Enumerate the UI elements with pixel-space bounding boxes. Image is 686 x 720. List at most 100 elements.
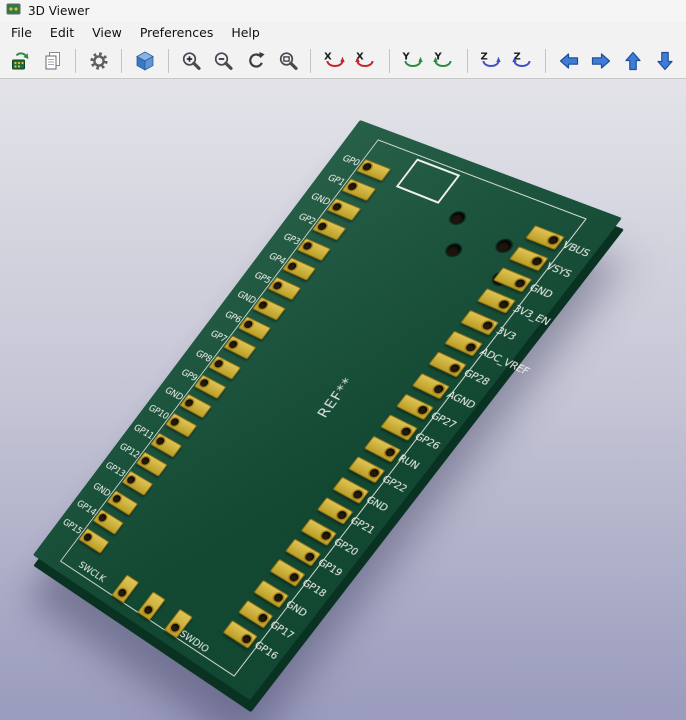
pad-hole (304, 551, 316, 562)
pad-hole (228, 340, 239, 350)
redraw-icon (245, 50, 267, 72)
rotate-z-ccw-icon: Z (512, 50, 534, 72)
pad-hole (331, 202, 343, 211)
move-up-button[interactable] (619, 46, 648, 76)
svg-text:X: X (324, 52, 332, 63)
pad-hole (316, 222, 328, 231)
pad-hole (497, 299, 510, 309)
zoom-out-button[interactable] (209, 46, 238, 76)
pad-hole (465, 342, 478, 352)
reload-board-icon (10, 50, 32, 72)
pad-hole (241, 633, 253, 644)
pad-hole (448, 363, 461, 374)
pad-hole (288, 572, 300, 583)
pad-hole (361, 162, 373, 171)
rotate-y-cw-button[interactable]: Y (398, 46, 427, 76)
menu-item-view[interactable]: View (83, 22, 131, 44)
rotate-y-ccw-button[interactable]: Y (430, 46, 459, 76)
move-left-icon (558, 50, 580, 72)
move-down-icon (654, 50, 676, 72)
pad-hole (346, 182, 358, 191)
pad-hole (83, 532, 94, 542)
rotate-z-ccw-button[interactable]: Z (508, 46, 537, 76)
raytracing-cube-button[interactable] (130, 46, 159, 76)
toolbar-separator (467, 49, 468, 73)
pad-hole (481, 321, 494, 331)
zoom-in-icon (180, 50, 202, 72)
pad-hole (272, 592, 284, 603)
pad-hole (432, 384, 445, 395)
pad-hole (97, 513, 108, 523)
move-down-button[interactable] (651, 46, 680, 76)
svg-text:Y: Y (402, 52, 411, 63)
pad-hole (143, 605, 154, 616)
pad-hole (352, 489, 365, 500)
rotate-y-ccw-icon: Y (433, 50, 455, 72)
rotate-y-cw-icon: Y (401, 50, 423, 72)
pad-hole (213, 359, 224, 369)
redraw-button[interactable] (241, 46, 270, 76)
menu-item-edit[interactable]: Edit (41, 22, 83, 44)
menu-item-preferences[interactable]: Preferences (131, 22, 223, 44)
pad-hole (242, 320, 253, 330)
zoom-fit-button[interactable] (273, 46, 302, 76)
window-title: 3D Viewer (28, 4, 89, 18)
reload-board-button[interactable] (6, 46, 35, 76)
pad-label-agnd: AGND (443, 387, 479, 413)
move-right-button[interactable] (586, 46, 615, 76)
toolbar-separator (75, 49, 76, 73)
copy-image-button[interactable] (38, 46, 67, 76)
pad-hole (117, 588, 128, 598)
rotate-x-ccw-button[interactable]: X (351, 46, 380, 76)
pad-hole (169, 417, 180, 427)
pad-hole (384, 447, 397, 458)
zoom-in-button[interactable] (177, 46, 206, 76)
zoom-out-icon (212, 50, 234, 72)
app-icon (6, 1, 22, 21)
menu-bar: FileEditViewPreferencesHelp (0, 22, 686, 44)
toolbar-separator (389, 49, 390, 73)
display-options-icon (88, 50, 110, 72)
rotate-x-cw-icon: X (323, 50, 345, 72)
toolbar-separator (545, 49, 546, 73)
pad-hole (126, 475, 137, 485)
rotate-z-cw-icon: Z (479, 50, 501, 72)
toolbar-separator (121, 49, 122, 73)
display-options-button[interactable] (84, 46, 113, 76)
title-bar: 3D Viewer (0, 0, 686, 22)
pad-hole (416, 405, 429, 416)
toolbar: X X Y Y (0, 44, 686, 79)
viewport-3d[interactable]: REF** SWCLK SWDIO GP0GP1GNDGP2GP3GP4GP5G… (0, 79, 686, 720)
pad-hole (547, 235, 560, 245)
pad-label-3v3_en: 3V3_EN (509, 302, 554, 330)
rotate-x-ccw-icon: X (355, 50, 377, 72)
3d-viewer-window: 3D Viewer FileEditViewPreferencesHelp (0, 0, 686, 720)
pad-hole (368, 468, 381, 479)
pad-hole (400, 426, 413, 437)
pad-hole (336, 510, 348, 521)
toolbar-separator (310, 49, 311, 73)
pad-hole (287, 261, 298, 270)
move-left-button[interactable] (554, 46, 583, 76)
rotate-x-cw-button[interactable]: X (319, 46, 348, 76)
rotate-z-cw-button[interactable]: Z (476, 46, 505, 76)
menu-item-file[interactable]: File (2, 22, 41, 44)
copy-image-icon (42, 50, 64, 72)
pad-hole (184, 398, 195, 408)
pad-hole (530, 257, 543, 267)
pad-hole (257, 613, 269, 624)
menu-item-help[interactable]: Help (222, 22, 269, 44)
move-right-icon (590, 50, 612, 72)
zoom-fit-icon (277, 50, 299, 72)
pad-hole (155, 436, 166, 446)
pad-hole (320, 530, 332, 541)
pad-hole (302, 242, 313, 251)
pcb-board: REF** SWCLK SWDIO GP0GP1GNDGP2GP3GP4GP5G… (33, 120, 622, 700)
pad-hole (257, 300, 268, 310)
pad-hole (198, 378, 209, 388)
pad-hole (169, 622, 180, 633)
raytracing-cube-icon (134, 50, 156, 72)
move-up-icon (622, 50, 644, 72)
toolbar-separator (168, 49, 169, 73)
pad-hole (514, 278, 527, 288)
